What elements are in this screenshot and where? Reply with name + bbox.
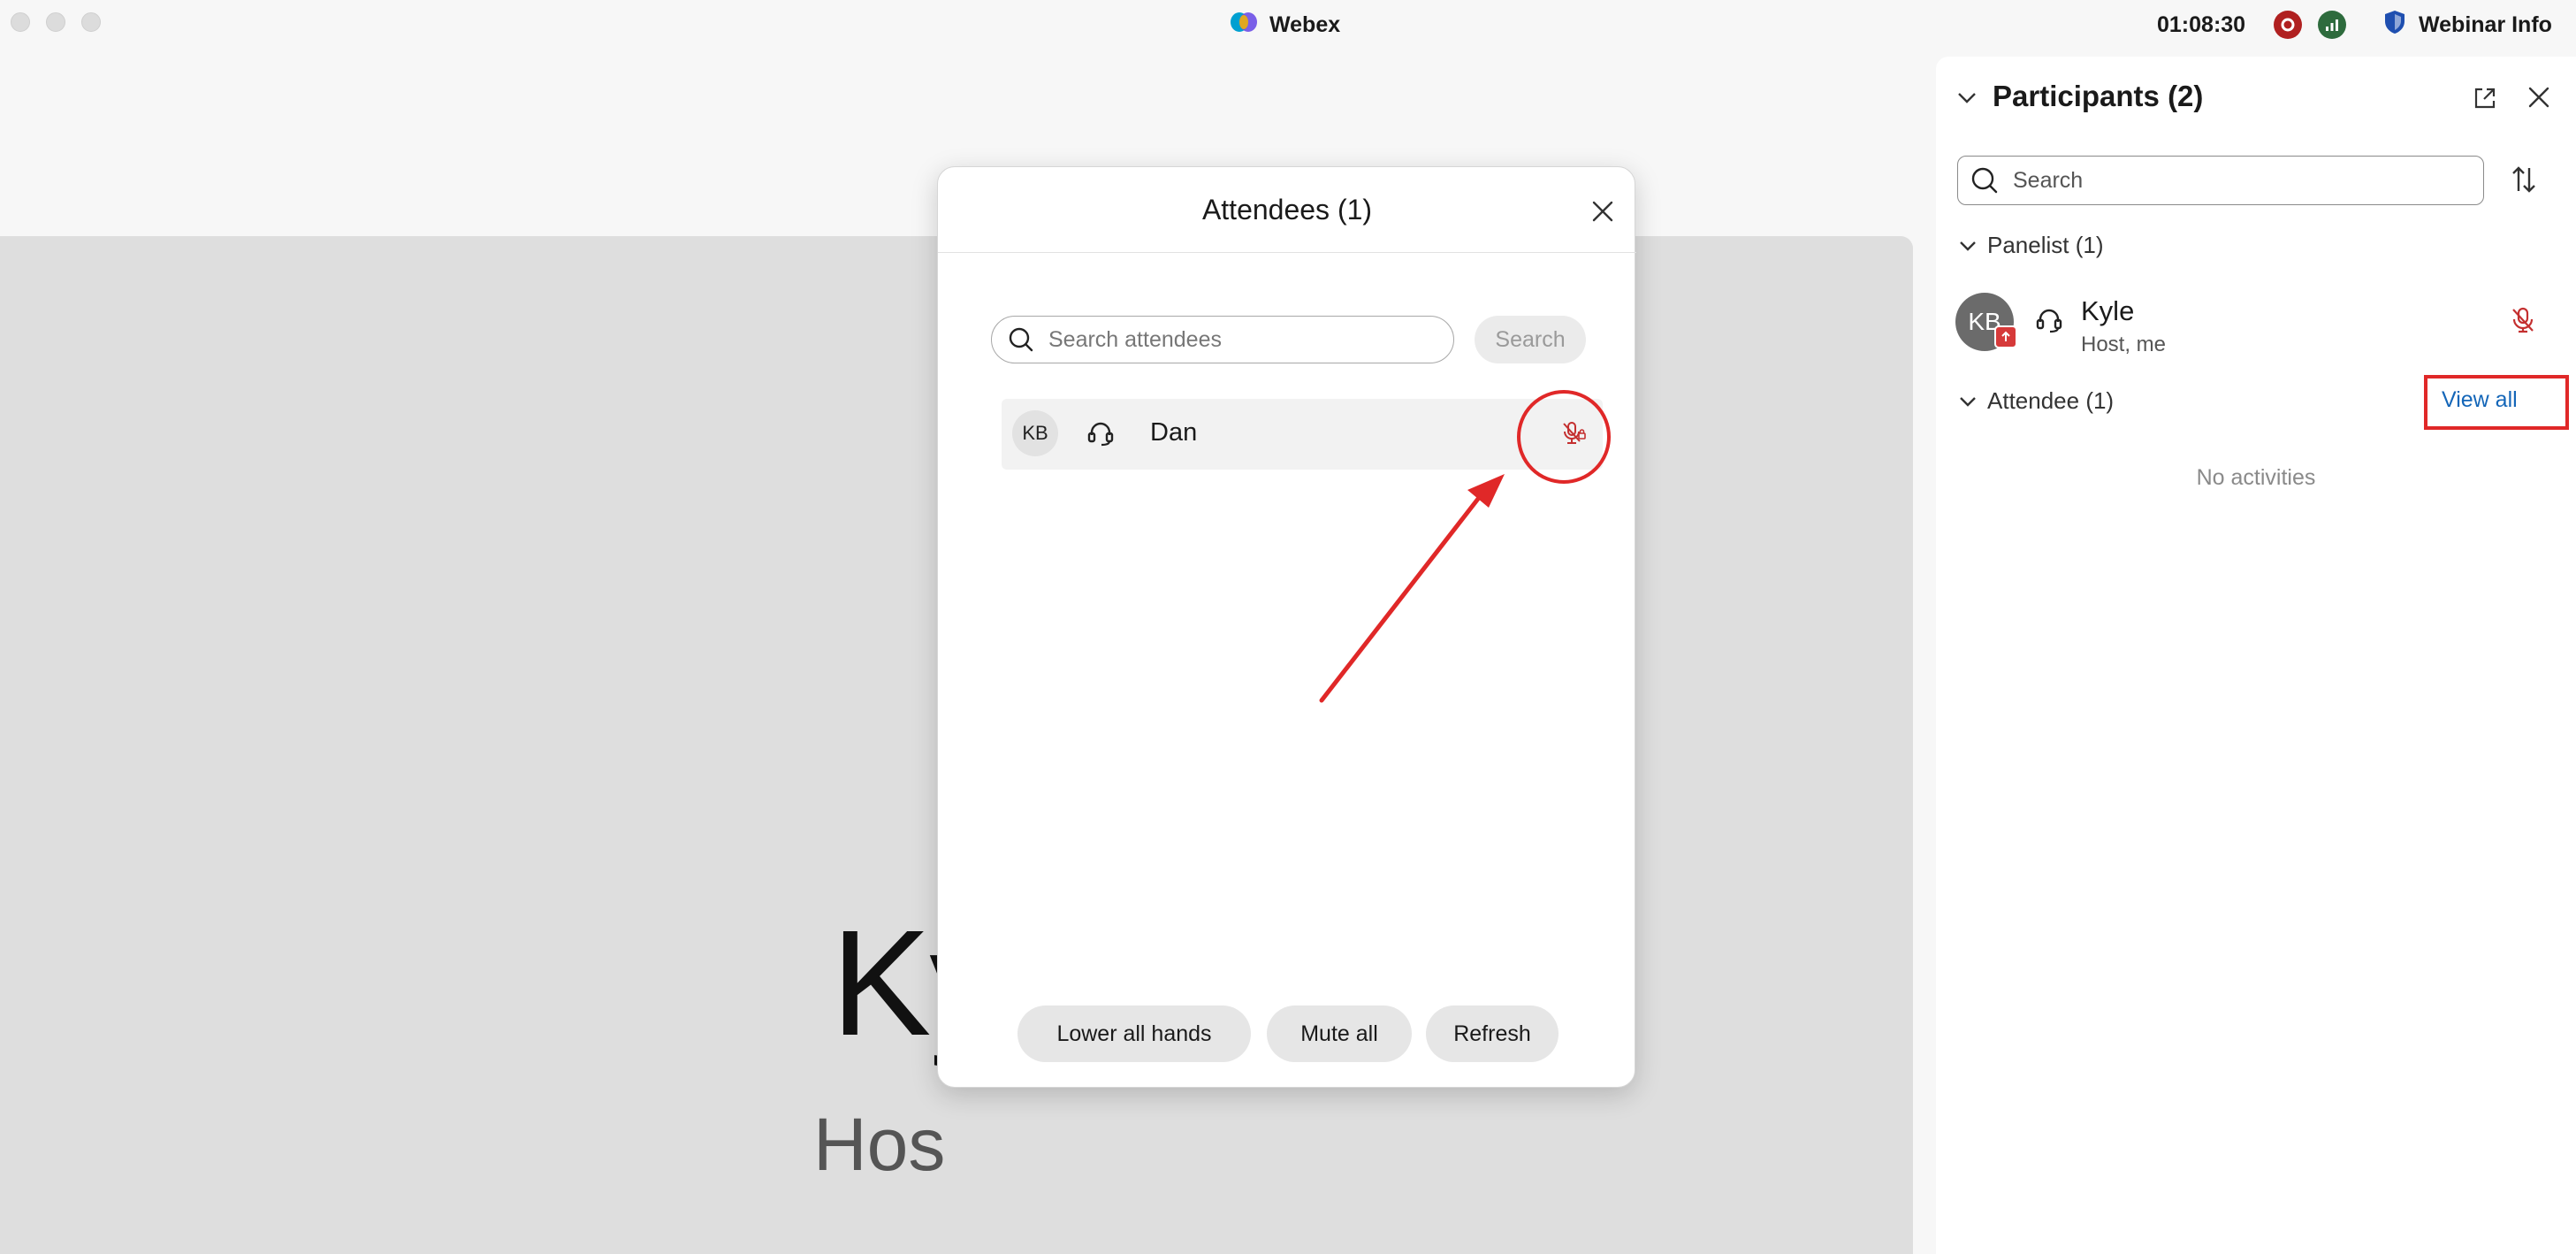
headset-icon	[2035, 306, 2063, 339]
attendee-name: Dan	[1150, 418, 1198, 447]
attendee-search-field[interactable]	[991, 316, 1454, 363]
muted-mic-icon[interactable]	[2509, 306, 2537, 339]
headset-icon	[1086, 419, 1115, 452]
view-all-link[interactable]: View all	[2442, 387, 2518, 413]
search-icon	[1008, 326, 1034, 353]
lower-all-hands-button[interactable]: Lower all hands	[1017, 1005, 1251, 1062]
dialog-title: Attendees (1)	[1201, 194, 1373, 226]
attendee-section-chevron-icon[interactable]	[1957, 391, 1978, 417]
avatar: KB	[1012, 410, 1058, 456]
webinar-info-label: Webinar Info	[2419, 11, 2552, 37]
panelist-role: Host, me	[2081, 333, 2167, 356]
webinar-info-button[interactable]: Webinar Info	[2383, 9, 2552, 41]
search-icon	[1970, 166, 1999, 195]
attendees-dialog: Attendees (1) Search KB Dan	[937, 166, 1636, 1088]
title-bar: Webex 01:08:30 Webinar Info	[0, 0, 2576, 50]
mute-all-button[interactable]: Mute all	[1267, 1005, 1412, 1062]
refresh-button[interactable]: Refresh	[1426, 1005, 1559, 1062]
window-close-button[interactable]	[11, 12, 30, 32]
attendee-search-button[interactable]: Search	[1475, 316, 1586, 363]
window-zoom-button[interactable]	[81, 12, 101, 32]
network-stats-icon[interactable]	[2318, 11, 2346, 39]
stage-participant-role: Hos	[813, 1103, 946, 1186]
annotation-highlight-circle	[1517, 390, 1611, 484]
attendee-search-input[interactable]	[1047, 325, 1421, 354]
sort-icon[interactable]	[2509, 164, 2539, 199]
meeting-timer: 01:08:30	[2157, 11, 2246, 37]
participant-search-field[interactable]	[1957, 156, 2484, 205]
panelist-section-chevron-icon[interactable]	[1957, 235, 1978, 261]
webex-logo-icon	[1229, 10, 1259, 41]
close-icon	[1591, 200, 1614, 227]
participant-search-input[interactable]	[2011, 166, 2457, 195]
app-name: Webex	[1269, 11, 1341, 37]
close-icon[interactable]	[2526, 85, 2551, 114]
empty-state-text: No activities	[2196, 465, 2316, 490]
panelist-name: Kyle	[2081, 295, 2135, 326]
dialog-close-button[interactable]	[1583, 194, 1622, 233]
attendee-section-label[interactable]: Attendee (1)	[1987, 387, 2114, 415]
window-minimize-button[interactable]	[46, 12, 65, 32]
app-title: Webex	[1229, 9, 1340, 41]
recording-icon[interactable]	[2274, 11, 2302, 39]
shield-icon	[2383, 9, 2406, 42]
collapse-chevron-icon[interactable]	[1955, 87, 1978, 114]
panelist-section-label[interactable]: Panelist (1)	[1987, 232, 2104, 259]
presenter-badge-icon	[1994, 325, 2017, 348]
panel-title: Participants (2)	[1993, 80, 2204, 112]
dialog-divider	[938, 252, 1636, 253]
popout-icon[interactable]	[2472, 85, 2498, 116]
